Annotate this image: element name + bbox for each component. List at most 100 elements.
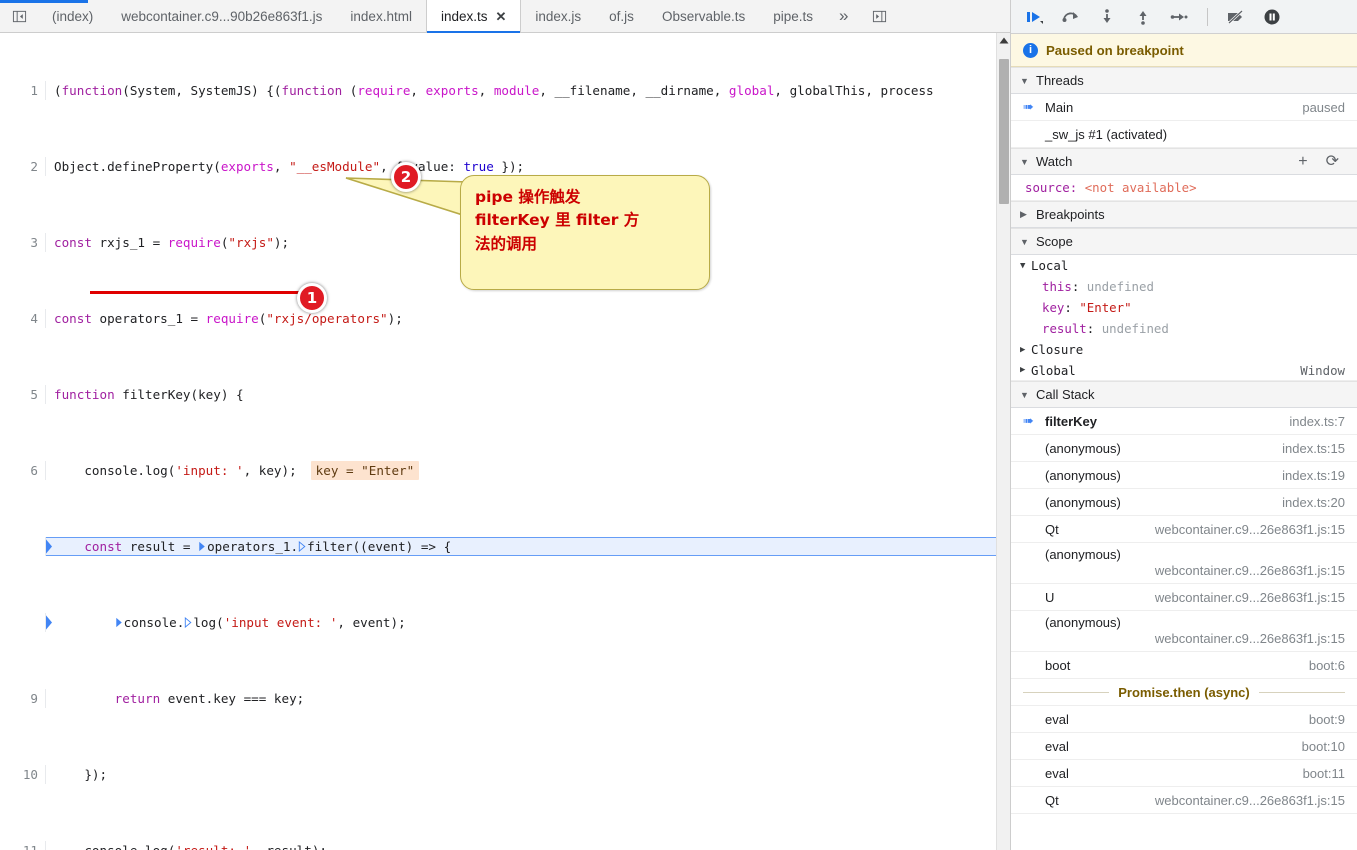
scrollbar-thumb[interactable] <box>999 59 1009 204</box>
step-over-button[interactable] <box>1061 7 1081 27</box>
thread-status: paused <box>1292 100 1345 115</box>
call-stack-frame[interactable]: eval boot:11 <box>1011 760 1357 787</box>
tab-index-ts[interactable]: index.ts ✕ <box>426 0 521 33</box>
pause-on-exceptions-button[interactable] <box>1262 7 1282 27</box>
code-line-current[interactable]: 7 const result = operators_1.filter((eve… <box>0 537 996 556</box>
scope-var-key: key <box>1042 300 1064 315</box>
line-number: 5 <box>0 385 46 404</box>
scope-var-this[interactable]: this: undefined <box>1011 276 1357 297</box>
close-icon[interactable]: ✕ <box>495 9 506 25</box>
call-stack-frame[interactable]: eval boot:10 <box>1011 733 1357 760</box>
line-number: 10 <box>0 765 46 784</box>
call-stack-frame[interactable]: Qt webcontainer.c9...26e863f1.js:15 <box>1011 787 1357 814</box>
tab-index-html[interactable]: index.html <box>336 0 426 32</box>
code-line[interactable]: 4 const operators_1 = require("rxjs/oper… <box>0 309 996 328</box>
tab-index-js[interactable]: index.js <box>521 0 595 32</box>
refresh-watch-icon[interactable]: ⟳ <box>1326 154 1339 170</box>
call-stack-frame[interactable]: (anonymous) index.ts:20 <box>1011 489 1357 516</box>
section-header-scope[interactable]: ▼ Scope <box>1011 228 1357 255</box>
watch-expression-row[interactable]: source: <not available> <box>1011 175 1357 201</box>
watch-expression: source: <box>1025 180 1077 195</box>
pause-status-text: Paused on breakpoint <box>1046 43 1184 58</box>
annotation-underline-pipe <box>90 291 308 294</box>
step-into-button[interactable] <box>1097 7 1117 27</box>
editor-scrollbar[interactable] <box>996 33 1010 850</box>
tab-label: index.ts <box>441 9 488 24</box>
scope-var-key: result <box>1042 321 1087 336</box>
chevron-down-icon: ▼ <box>1020 157 1030 167</box>
info-icon: i <box>1023 43 1038 58</box>
section-header-threads[interactable]: ▼ Threads <box>1011 67 1357 94</box>
frame-name: (anonymous) <box>1023 547 1121 562</box>
scope-var-value: "Enter" <box>1079 300 1131 315</box>
annotation-marker-2: 2 <box>391 162 421 192</box>
section-title: Watch <box>1036 154 1072 169</box>
tab-webcontainer[interactable]: webcontainer.c9...90b26e863f1.js <box>107 0 336 32</box>
deactivate-breakpoints-button[interactable] <box>1226 7 1246 27</box>
call-stack-frame[interactable]: eval boot:9 <box>1011 706 1357 733</box>
frame-location: webcontainer.c9...26e863f1.js:15 <box>1145 522 1345 537</box>
devtools-sources-panel: (index) webcontainer.c9...90b26e863f1.js… <box>0 0 1357 850</box>
call-stack-frame[interactable]: (anonymous) webcontainer.c9...26e863f1.j… <box>1011 611 1357 652</box>
callout-line-3: 法的调用 <box>475 233 695 256</box>
call-stack-frame[interactable]: U webcontainer.c9...26e863f1.js:15 <box>1011 584 1357 611</box>
call-stack-frame[interactable]: (anonymous) index.ts:15 <box>1011 435 1357 462</box>
section-header-call-stack[interactable]: ▼ Call Stack <box>1011 381 1357 408</box>
code-line[interactable]: 1 (function(System, SystemJS) {(function… <box>0 81 996 100</box>
toolbar-divider <box>1207 8 1208 26</box>
tab-of-js[interactable]: of.js <box>595 0 648 32</box>
call-stack-frame-current[interactable]: ➠ filterKey index.ts:7 <box>1011 408 1357 435</box>
frame-location: boot:6 <box>1299 658 1345 673</box>
tab-observable-ts[interactable]: Observable.ts <box>648 0 759 32</box>
frame-name: (anonymous) <box>1023 495 1121 510</box>
code-line[interactable]: 10 }); <box>0 765 996 784</box>
call-stack-frame[interactable]: (anonymous) webcontainer.c9...26e863f1.j… <box>1011 543 1357 584</box>
line-number: 11 <box>0 841 46 850</box>
scope-group-local[interactable]: ▼ Local <box>1011 255 1357 276</box>
code-line[interactable]: 9 return event.key === key; <box>0 689 996 708</box>
call-stack-frame[interactable]: boot boot:6 <box>1011 652 1357 679</box>
scope-var-result[interactable]: result: undefined <box>1011 318 1357 339</box>
resume-button[interactable] <box>1025 7 1045 27</box>
section-header-watch[interactable]: ▼ Watch + ⟳ <box>1011 148 1357 175</box>
add-watch-icon[interactable]: + <box>1298 154 1307 170</box>
thread-row-main[interactable]: ➠ Main paused <box>1011 94 1357 121</box>
tab-pipe-ts[interactable]: pipe.ts <box>759 0 827 32</box>
async-label: Promise.then (async) <box>1109 685 1259 700</box>
code-line[interactable]: 2 Object.defineProperty(exports, "__esMo… <box>0 157 996 176</box>
line-content: const rxjs_1 = require("rxjs"); <box>46 233 289 252</box>
scope-group-closure[interactable]: ▶ Closure <box>1011 339 1357 360</box>
watch-value: <not available> <box>1085 180 1197 195</box>
chevron-down-icon: ▼ <box>1020 261 1031 271</box>
step-button[interactable] <box>1169 7 1189 27</box>
frame-location: webcontainer.c9...26e863f1.js:15 <box>1145 590 1345 605</box>
step-out-button[interactable] <box>1133 7 1153 27</box>
code-line[interactable]: 8 console.log('input event: ', event); <box>0 613 996 632</box>
panel-collapse-icon[interactable] <box>0 0 38 32</box>
scope-tree: ▼ Local this: undefined key: "Enter" res… <box>1011 255 1357 381</box>
code-editor[interactable]: 1 (function(System, SystemJS) {(function… <box>0 33 1010 850</box>
editor-tab-strip: (index) webcontainer.c9...90b26e863f1.js… <box>0 0 1010 33</box>
code-line[interactable]: 6 console.log('input: ', key);key = "Ent… <box>0 461 996 480</box>
code-line[interactable]: 5 function filterKey(key) { <box>0 385 996 404</box>
frame-location: webcontainer.c9...26e863f1.js:15 <box>1145 631 1345 646</box>
code-line[interactable]: 11 console.log('result: ', result); <box>0 841 996 850</box>
scope-var-value: undefined <box>1102 321 1169 336</box>
more-tabs-icon[interactable]: » <box>827 0 860 32</box>
call-stack-frame[interactable]: Qt webcontainer.c9...26e863f1.js:15 <box>1011 516 1357 543</box>
frame-name: (anonymous) <box>1023 468 1121 483</box>
panel-expand-icon[interactable] <box>860 0 898 32</box>
call-stack-async-separator: Promise.then (async) <box>1011 679 1357 706</box>
section-header-breakpoints[interactable]: ▶ Breakpoints <box>1011 201 1357 228</box>
scope-var-key[interactable]: key: "Enter" <box>1011 297 1357 318</box>
thread-row-sw[interactable]: _sw_js #1 (activated) <box>1011 121 1357 148</box>
section-title: Breakpoints <box>1036 207 1105 222</box>
scope-group-global[interactable]: ▶ Global Window <box>1011 360 1357 381</box>
line-number: 2 <box>0 157 46 176</box>
scroll-up-icon[interactable] <box>997 33 1010 48</box>
call-stack-frame[interactable]: (anonymous) index.ts:19 <box>1011 462 1357 489</box>
frame-name: filterKey <box>1023 414 1097 429</box>
frame-name: eval <box>1023 766 1069 781</box>
debugger-toolbar <box>1011 0 1357 34</box>
tab-index[interactable]: (index) <box>38 0 107 32</box>
